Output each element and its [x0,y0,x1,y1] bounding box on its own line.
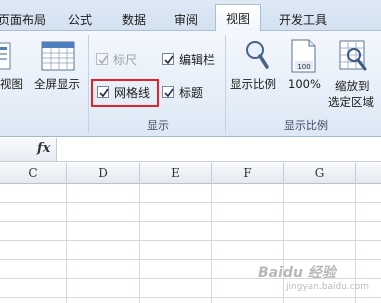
ruler-label: 标尺 [113,52,138,67]
ribbon-tab-bar: 页面布局 公式 数据 审阅 视图 开发工具 [0,0,381,36]
tab-formulas[interactable]: 公式 [62,0,98,31]
ribbon-panel: 视图 全屏显示 标尺 编辑栏 网格线 标题 显示 显示比例 100 100% 缩… [0,31,381,137]
formula-bar-left: fx [0,138,57,161]
zoom-group-label: 显示比例 [284,119,328,132]
tab-page-layout[interactable]: 页面布局 [0,0,50,31]
svg-text:100: 100 [297,63,310,71]
checkmark-icon [164,88,174,98]
column-header-row: C D E F G [0,163,381,184]
formula-bar: fx [0,138,381,162]
column-header-f[interactable]: F [212,163,284,184]
magnifier-icon [246,41,269,69]
column-header-d[interactable]: D [67,163,140,184]
formula-bar-check-box [162,53,174,65]
watermark: Baidu 经验 [258,265,336,281]
column-header-c[interactable]: C [0,163,67,184]
watermark-url: jingyan.baidu.com [286,282,370,292]
headings-label: 标题 [179,85,204,100]
column-header-g[interactable]: G [284,163,356,184]
zoom-100-icon: 100 [291,39,316,73]
gridlines-highlight [91,79,159,107]
headings-checkbox[interactable]: 标题 [162,83,203,101]
page-view-icon [0,42,11,70]
formula-bar-label: 编辑栏 [179,52,216,67]
ruler-checkbox[interactable]: 标尺 [96,50,137,68]
zoom-to-selection-icon [339,40,367,71]
checkmark-icon [164,55,174,65]
insert-function-icon[interactable]: fx [37,141,50,156]
headings-check-box [162,86,174,98]
tab-review[interactable]: 审阅 [168,0,204,31]
formula-bar-checkbox[interactable]: 编辑栏 [162,50,215,68]
show-group-label: 显示 [147,119,169,132]
tab-developer[interactable]: 开发工具 [272,0,334,31]
group-separator [225,35,226,133]
column-header-e[interactable]: E [140,163,212,184]
tab-data[interactable]: 数据 [116,0,152,31]
ruler-check-box [96,53,108,65]
checkmark-icon [98,55,108,65]
group-separator [88,35,89,133]
fullscreen-icon [41,41,75,71]
